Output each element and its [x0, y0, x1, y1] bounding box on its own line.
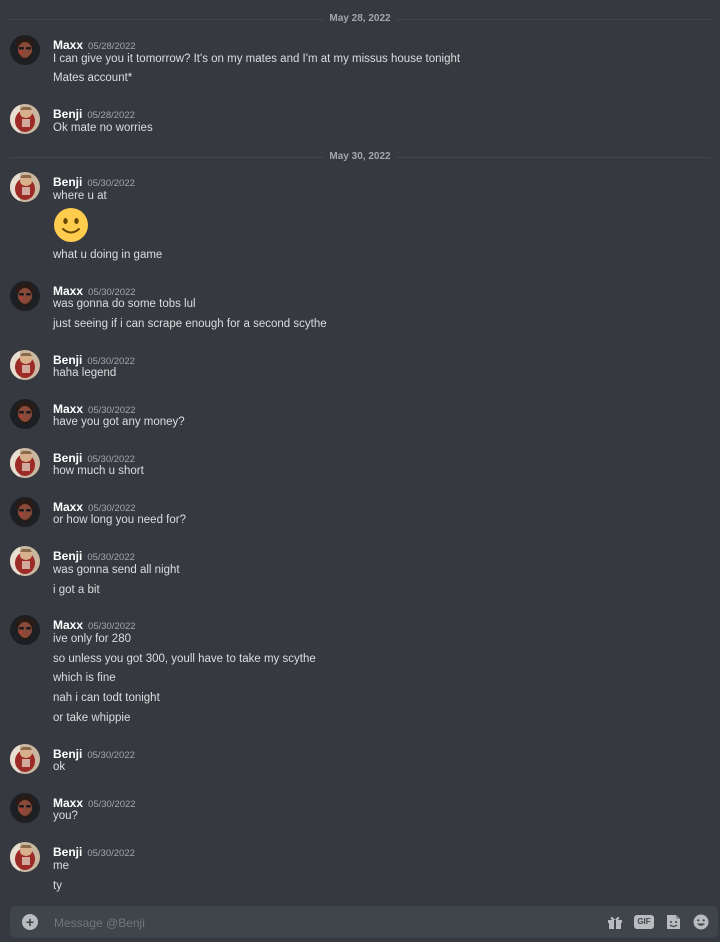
date-divider: May 28, 2022 [0, 13, 720, 25]
avatar[interactable] [10, 615, 40, 645]
add-attachment-icon[interactable]: + [22, 914, 38, 930]
author-name[interactable]: Benji [53, 451, 82, 465]
author-name[interactable]: Benji [53, 845, 82, 859]
message-list: May 28, 2022 Maxx 05/28/2022 I can give y… [0, 0, 720, 900]
timestamp: 05/30/2022 [88, 799, 136, 810]
author-name[interactable]: Maxx [53, 796, 83, 810]
author-name[interactable]: Benji [53, 549, 82, 563]
author-name[interactable]: Maxx [53, 500, 83, 514]
date-divider-label: May 30, 2022 [323, 151, 397, 163]
sticker-icon[interactable] [664, 914, 682, 930]
message-text: ty [53, 880, 62, 892]
timestamp: 05/30/2022 [87, 848, 135, 859]
author-name[interactable]: Maxx [53, 618, 83, 632]
emoji-icon[interactable] [692, 914, 710, 930]
avatar[interactable] [10, 172, 40, 202]
date-divider-label: May 28, 2022 [323, 13, 397, 25]
message-text: i got a bit [53, 584, 100, 596]
author-name[interactable]: Benji [53, 107, 82, 121]
avatar[interactable] [10, 35, 40, 65]
gif-icon[interactable]: GIF [634, 915, 654, 929]
gift-icon[interactable] [606, 914, 624, 930]
timestamp: 05/30/2022 [88, 621, 136, 632]
message-text: I can give you it tomorrow? It's on my m… [53, 53, 461, 65]
message-text: haha legend [53, 367, 117, 379]
avatar[interactable] [10, 281, 40, 311]
author-name[interactable]: Benji [53, 175, 82, 189]
message-input[interactable] [52, 912, 576, 934]
author-name[interactable]: Benji [53, 353, 82, 367]
message-text: how much u short [53, 465, 144, 477]
avatar[interactable] [10, 448, 40, 478]
message-text: me [53, 860, 69, 872]
message-text: or how long you need for? [53, 514, 186, 526]
avatar[interactable] [10, 399, 40, 429]
author-name[interactable]: Maxx [53, 38, 83, 52]
message-composer: + GIF [10, 906, 718, 938]
message-text: where u at [53, 190, 107, 202]
author-name[interactable]: Maxx [53, 402, 83, 416]
avatar[interactable] [10, 104, 40, 134]
message-text: just seeing if i can scrape enough for a… [53, 318, 327, 330]
message-text: ok [53, 761, 66, 773]
timestamp: 05/28/2022 [88, 41, 136, 52]
avatar[interactable] [10, 793, 40, 823]
avatar[interactable] [10, 744, 40, 774]
message-text: ive only for 280 [53, 633, 131, 645]
timestamp: 05/28/2022 [87, 110, 135, 121]
message-text: Ok mate no worries [53, 122, 153, 134]
message-text: was gonna do some tobs lul [53, 298, 196, 310]
timestamp: 05/30/2022 [87, 178, 135, 189]
message-text: was gonna send all night [53, 564, 180, 576]
message-text: have you got any money? [53, 416, 185, 428]
message-text: or take whippie [53, 712, 131, 724]
author-name[interactable]: Maxx [53, 284, 83, 298]
date-divider: May 30, 2022 [0, 151, 720, 163]
message-text: Mates account* [53, 72, 133, 84]
avatar[interactable] [10, 842, 40, 872]
message-text: which is fine [53, 672, 116, 684]
avatar[interactable] [10, 546, 40, 576]
avatar[interactable] [10, 497, 40, 527]
slightly-smiling-face-icon [53, 207, 89, 243]
message-text: you? [53, 810, 78, 822]
message-text: nah i can todt tonight [53, 692, 160, 704]
timestamp: 05/30/2022 [87, 552, 135, 563]
message-text: what u doing in game [53, 249, 163, 261]
author-name[interactable]: Benji [53, 747, 82, 761]
message-text: so unless you got 300, youll have to tak… [53, 653, 316, 665]
timestamp: 05/30/2022 [87, 750, 135, 761]
avatar[interactable] [10, 350, 40, 380]
